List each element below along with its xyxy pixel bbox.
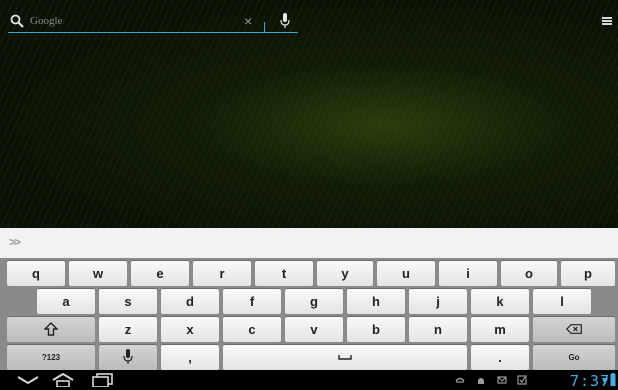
home-wallpaper (0, 0, 618, 228)
divider (264, 22, 265, 32)
backspace-key[interactable] (533, 316, 615, 342)
email-icon (497, 376, 507, 384)
symbols-key[interactable]: ?123 (7, 344, 95, 370)
key-g[interactable]: g (285, 288, 343, 314)
key-k[interactable]: k (471, 288, 529, 314)
key-w[interactable]: w (69, 260, 127, 286)
key-m[interactable]: m (471, 316, 529, 342)
recent-apps-icon[interactable] (92, 373, 114, 387)
key-h[interactable]: h (347, 288, 405, 314)
backspace-icon (566, 324, 582, 334)
period-key[interactable]: . (471, 344, 529, 370)
key-y[interactable]: y (317, 260, 373, 286)
comma-key[interactable]: , (161, 344, 219, 370)
shift-icon (44, 322, 58, 336)
microphone-icon (123, 349, 133, 364)
clear-icon[interactable]: × (244, 13, 252, 29)
key-n[interactable]: n (409, 316, 467, 342)
microphone-icon[interactable] (280, 13, 290, 29)
key-o[interactable]: o (501, 260, 557, 286)
key-x[interactable]: x (161, 316, 219, 342)
download-complete-icon (517, 375, 527, 385)
key-c[interactable]: c (223, 316, 281, 342)
screen: Google × >> q w e r t y u i o p a s d f … (0, 0, 618, 390)
key-f[interactable]: f (223, 288, 281, 314)
key-i[interactable]: i (439, 260, 497, 286)
key-r[interactable]: r (193, 260, 251, 286)
key-p[interactable]: p (561, 260, 615, 286)
android-notification-icon (478, 378, 484, 384)
key-e[interactable]: e (131, 260, 189, 286)
spacebar-key[interactable] (223, 344, 467, 370)
key-q[interactable]: q (7, 260, 65, 286)
search-icon (10, 14, 24, 28)
system-bar: 7:37 (0, 370, 618, 390)
space-icon (338, 355, 352, 360)
key-b[interactable]: b (347, 316, 405, 342)
key-j[interactable]: j (409, 288, 467, 314)
battery-icon (610, 373, 616, 386)
search-bar[interactable]: Google × (8, 12, 298, 33)
key-z[interactable]: z (99, 316, 157, 342)
go-key[interactable]: Go (533, 344, 615, 370)
back-icon[interactable] (16, 373, 40, 387)
on-screen-keyboard: q w e r t y u i o p a s d f g h j k l z … (0, 258, 618, 370)
menu-icon[interactable] (602, 17, 612, 27)
key-d[interactable]: d (161, 288, 219, 314)
key-u[interactable]: u (377, 260, 435, 286)
key-v[interactable]: v (285, 316, 343, 342)
usb-debug-icon (455, 377, 465, 383)
wifi-icon (602, 378, 608, 385)
expand-suggestions-icon[interactable]: >> (9, 235, 21, 249)
voice-input-key[interactable] (99, 344, 157, 370)
key-s[interactable]: s (99, 288, 157, 314)
key-a[interactable]: a (37, 288, 95, 314)
key-l[interactable]: l (533, 288, 591, 314)
suggestion-strip: >> (0, 228, 618, 259)
home-icon[interactable] (52, 373, 74, 387)
shift-key[interactable] (7, 316, 95, 342)
search-input-placeholder[interactable]: Google (30, 15, 62, 27)
key-t[interactable]: t (255, 260, 313, 286)
